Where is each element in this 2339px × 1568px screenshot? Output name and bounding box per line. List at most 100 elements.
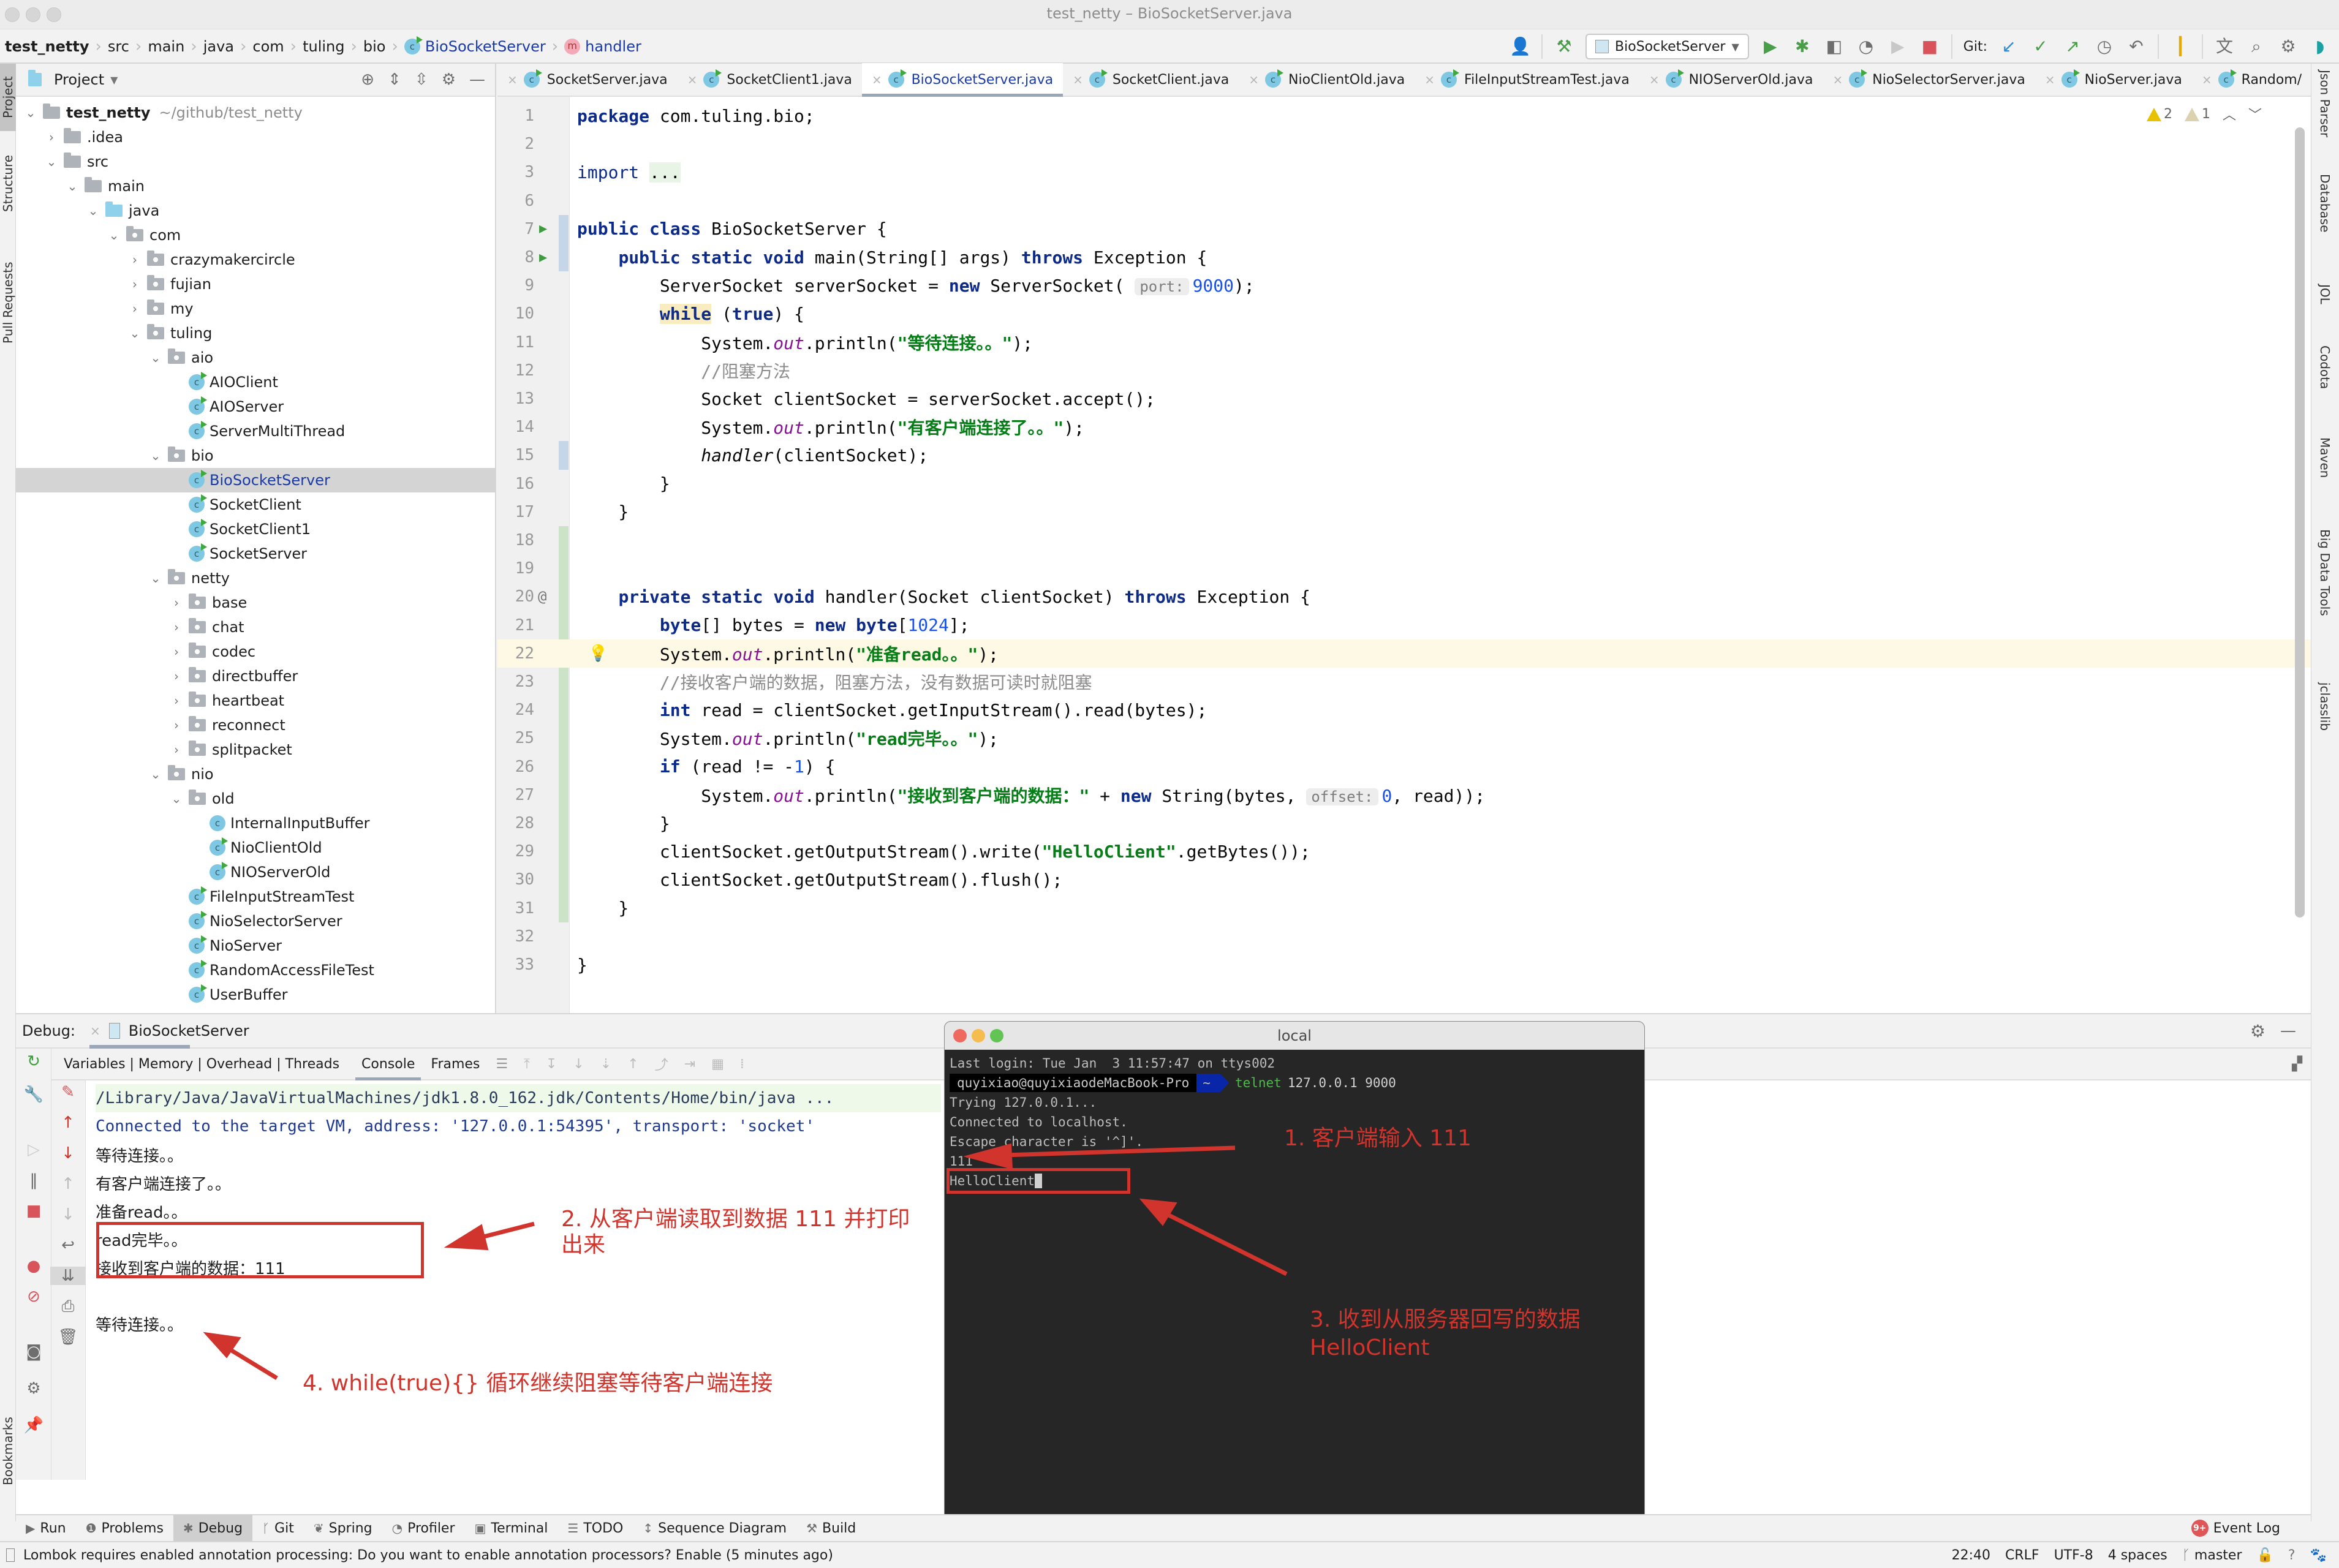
search-icon[interactable]: ⌕	[2246, 29, 2267, 64]
code-line[interactable]: 20 @ private static void handler(Socket c…	[497, 582, 2311, 611]
terminal-minimize-button[interactable]	[972, 1029, 985, 1042]
tree-item[interactable]: › directbuffer	[16, 664, 495, 688]
breadcrumb-item[interactable]: bio	[363, 29, 386, 64]
line-number[interactable]: 7	[497, 220, 534, 238]
step-over-icon[interactable]: ↧	[546, 1057, 557, 1072]
line-number[interactable]: 17	[497, 503, 534, 521]
tree-item[interactable]: c BioSocketServer	[16, 468, 495, 492]
chevron-down-icon[interactable]: ⌄	[127, 326, 142, 341]
code-line[interactable]: 16 }	[497, 470, 2311, 498]
code-line[interactable]: 18	[497, 526, 2311, 554]
tree-item[interactable]: c NIOServerOld	[16, 860, 495, 884]
tree-item[interactable]: › .idea	[16, 125, 495, 149]
layout-icon[interactable]: ▞	[2292, 1057, 2302, 1072]
camera-icon[interactable]: ◙	[16, 1343, 51, 1361]
tree-item[interactable]: › chat	[16, 615, 495, 639]
editor-tab[interactable]: × c SocketClient.java	[1063, 63, 1239, 96]
tree-item[interactable]: › base	[16, 590, 495, 615]
chevron-right-icon[interactable]: ›	[127, 301, 142, 316]
tool-window-bookmarks[interactable]: Bookmarks	[0, 1405, 16, 1497]
step-into-icon[interactable]: ↓	[573, 1057, 584, 1072]
tool-tab-git[interactable]: ᚴ Git	[252, 1515, 304, 1542]
editor-tab[interactable]: × c NioServer.java	[2035, 63, 2192, 96]
show-execution-point-icon[interactable]: ⤒	[524, 1057, 530, 1072]
tree-root[interactable]: ⌄ test_netty ~/github/test_netty	[16, 100, 495, 125]
chevron-right-icon[interactable]: ›	[169, 595, 184, 610]
tool-tab-terminal[interactable]: ▣ Terminal	[465, 1515, 558, 1542]
code-line[interactable]: 6	[497, 187, 2311, 215]
tool-tab-sequence-diagram[interactable]: ↕ Sequence Diagram	[633, 1515, 796, 1542]
breadcrumb-item[interactable]: java	[203, 29, 234, 64]
terminal-close-button[interactable]	[953, 1029, 967, 1042]
subtab-variables[interactable]: Variables | Memory | Overhead | Threads	[64, 1057, 339, 1072]
breadcrumb-item[interactable]: tuling	[303, 29, 344, 64]
breadcrumb-item[interactable]: test_netty	[5, 29, 89, 64]
code-line[interactable]: 31 }	[497, 894, 2311, 922]
hide-panel-icon[interactable]: —	[469, 70, 485, 89]
code-line[interactable]: 9 ServerSocket serverSocket = new Server…	[497, 271, 2311, 300]
project-view-select[interactable]: Project	[54, 71, 104, 88]
tree-item[interactable]: c AIOClient	[16, 370, 495, 394]
code-line[interactable]: 26 if (read != -1) {	[497, 753, 2311, 781]
chevron-down-icon[interactable]: ⌄	[107, 228, 121, 243]
tree-item[interactable]: › codec	[16, 639, 495, 664]
collapse-all-icon[interactable]: ⇳	[415, 70, 428, 89]
code-line[interactable]: 2	[497, 130, 2311, 158]
warnings-count[interactable]: 2	[2146, 107, 2172, 122]
run-gutter-icon[interactable]: ▶	[539, 250, 547, 265]
code-line[interactable]: 19	[497, 554, 2311, 582]
editor-tab[interactable]: × c SocketClient1.java	[678, 63, 862, 96]
tree-item[interactable]: › fujian	[16, 272, 495, 296]
editor-tab[interactable]: × c Random/	[2192, 63, 2311, 96]
tool-tab-build[interactable]: ⚒ Build	[796, 1515, 866, 1542]
next-highlight-icon[interactable]: ﹀	[2248, 104, 2262, 124]
chevron-right-icon[interactable]: ›	[169, 669, 184, 684]
breadcrumb-item[interactable]: m handler	[564, 29, 641, 64]
expand-all-icon[interactable]: ⇕	[388, 70, 401, 89]
tree-item[interactable]: c NioSelectorServer	[16, 909, 495, 933]
editor-scrollbar[interactable]	[2295, 127, 2305, 918]
line-number[interactable]: 12	[497, 361, 534, 380]
tool-window-big-data-tools[interactable]: Big Data Tools	[2318, 529, 2332, 616]
tree-item[interactable]: ⌄ old	[16, 786, 495, 811]
code-line[interactable]: 32	[497, 922, 2311, 951]
annotation-gutter-icon[interactable]: @	[538, 588, 546, 605]
tool-window-maven[interactable]: Maven	[2318, 437, 2332, 478]
chevron-down-icon[interactable]: ⌄	[23, 105, 38, 120]
tool-tab-todo[interactable]: ☰ TODO	[557, 1515, 633, 1542]
tree-item[interactable]: › my	[16, 296, 495, 321]
tree-item[interactable]: › splitpacket	[16, 737, 495, 762]
tool-tab-problems[interactable]: ❶ Problems	[76, 1515, 173, 1542]
tree-item[interactable]: ⌄ src	[16, 149, 495, 174]
down-arrow-icon[interactable]: ↓	[50, 1144, 86, 1163]
status-message[interactable]: Lombok requires enabled annotation proce…	[23, 1548, 833, 1563]
code-line[interactable]: 8 ▶ public static void main(String[] args…	[497, 243, 2311, 271]
code-line[interactable]: 10 while (true) {	[497, 300, 2311, 328]
next-icon[interactable]: ↓	[50, 1205, 86, 1224]
tree-item[interactable]: ⌄ java	[16, 198, 495, 223]
code-line[interactable]: 29 clientSocket.getOutputStream().write(…	[497, 837, 2311, 865]
code-line[interactable]: 33}	[497, 951, 2311, 979]
line-number[interactable]: 27	[497, 786, 534, 804]
line-number[interactable]: 16	[497, 475, 534, 493]
code-line[interactable]: 1 package com.tuling.bio;	[497, 102, 2311, 130]
tree-item[interactable]: ⌄ netty	[16, 566, 495, 590]
chevron-right-icon[interactable]: ›	[169, 644, 184, 659]
tool-tab-spring[interactable]: ❦ Spring	[304, 1515, 382, 1542]
chevron-down-icon[interactable]: ⌄	[44, 154, 59, 169]
editor-tab[interactable]: × c SocketServer.java	[497, 63, 678, 96]
force-step-into-icon[interactable]: ⇣	[600, 1057, 611, 1072]
line-number[interactable]: 8	[497, 248, 534, 266]
line-number[interactable]: 26	[497, 758, 534, 776]
user-icon[interactable]: 👤	[1510, 29, 1531, 64]
line-number[interactable]: 25	[497, 729, 534, 747]
translate-icon[interactable]: 文	[2214, 29, 2235, 64]
chevron-down-icon[interactable]: ⌄	[148, 448, 163, 463]
line-number[interactable]: 15	[497, 446, 534, 464]
tool-tab-run[interactable]: ▶ Run	[16, 1515, 76, 1542]
tree-item[interactable]: › heartbeat	[16, 688, 495, 713]
line-number[interactable]: 22	[497, 644, 534, 663]
tree-item[interactable]: c SocketServer	[16, 541, 495, 566]
subtab-console[interactable]: Console	[355, 1057, 421, 1080]
debug-session-tab[interactable]: BioSocketServer	[129, 1022, 249, 1039]
